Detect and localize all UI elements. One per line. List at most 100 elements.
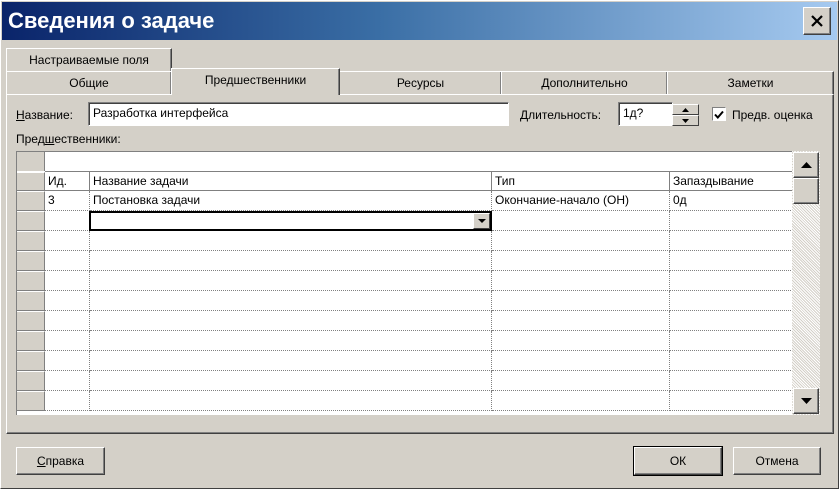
name-field[interactable]: Разработка интерфейса (88, 102, 509, 126)
cancel-button[interactable]: Отмена (733, 447, 821, 475)
close-button[interactable] (803, 7, 831, 35)
cell-type[interactable] (492, 231, 670, 251)
cell-lag[interactable] (670, 331, 792, 351)
name-label-text: Название: (16, 108, 73, 122)
dropdown-button[interactable] (473, 213, 490, 229)
cell-type[interactable] (492, 211, 670, 231)
cell-id[interactable] (45, 251, 90, 271)
tab-general[interactable]: Общие (6, 71, 172, 95)
row-header[interactable] (17, 351, 45, 371)
estimated-checkbox[interactable] (712, 107, 726, 121)
row-header[interactable] (17, 331, 45, 351)
name-value: Разработка интерфейса (93, 106, 229, 120)
entry-bar[interactable] (45, 152, 792, 172)
help-button[interactable]: Справка (16, 447, 105, 475)
cell-task-name[interactable] (90, 331, 492, 351)
cell-id[interactable] (45, 211, 90, 231)
scroll-down-button[interactable] (793, 388, 819, 414)
cell-lag[interactable] (670, 271, 792, 291)
access-key: С (36, 454, 46, 468)
cell-lag[interactable]: 0д (670, 191, 792, 211)
column-header-type[interactable]: Тип (492, 172, 670, 191)
cell-type[interactable] (492, 371, 670, 391)
tab-predecessors[interactable]: Предшественники (171, 68, 340, 95)
cell-id[interactable] (45, 331, 90, 351)
cell-lag[interactable] (670, 351, 792, 371)
cell-value: Постановка задачи (93, 193, 201, 207)
row-header[interactable] (17, 291, 45, 311)
cell-id[interactable] (45, 371, 90, 391)
column-header-lag[interactable]: Запаздывание (670, 172, 792, 191)
duration-spinner[interactable] (672, 104, 699, 126)
task-info-dialog: Сведения о задаче Настраиваемые поля Общ… (0, 0, 839, 489)
predecessors-table: Ид. Название задачи Тип Запаздывание 3 П… (16, 151, 792, 415)
cell-type[interactable] (492, 251, 670, 271)
cell-type[interactable] (492, 331, 670, 351)
task-name-dropdown[interactable] (89, 211, 492, 231)
cell-lag[interactable] (670, 211, 792, 231)
tab-custom-fields[interactable]: Настраиваемые поля (6, 48, 172, 72)
cell-id[interactable] (45, 391, 90, 411)
column-header-id[interactable]: Ид. (45, 172, 90, 191)
arrow-down-icon (800, 398, 812, 404)
tab-notes[interactable]: Заметки (667, 71, 834, 95)
cell-id[interactable]: 3 (45, 191, 90, 211)
cell-id[interactable] (45, 311, 90, 331)
cell-task-name[interactable] (90, 251, 492, 271)
title-bar: Сведения о задаче (2, 2, 837, 40)
tab-resources[interactable]: Ресурсы (339, 71, 502, 95)
vertical-scrollbar[interactable] (792, 151, 820, 415)
cell-lag[interactable] (670, 291, 792, 311)
cell-type[interactable] (492, 351, 670, 371)
cell-value: Окончание-начало (ОН) (495, 193, 630, 207)
row-header[interactable] (17, 371, 45, 391)
predecessors-label-text: Предшественники: (16, 132, 121, 146)
column-header-label: Тип (495, 174, 516, 188)
estimated-label[interactable]: Предв. оценка (732, 108, 813, 122)
cell-task-name[interactable] (90, 291, 492, 311)
row-header[interactable] (17, 311, 45, 331)
cell-task-name[interactable] (90, 311, 492, 331)
cell-type[interactable] (492, 271, 670, 291)
cell-type[interactable] (492, 311, 670, 331)
row-header[interactable] (17, 251, 45, 271)
row-header[interactable] (17, 391, 45, 411)
cell-lag[interactable] (670, 231, 792, 251)
duration-field[interactable]: 1д? (618, 102, 673, 126)
ok-button[interactable]: ОК (633, 446, 723, 476)
scroll-thumb[interactable] (793, 178, 819, 204)
access-key: Д (520, 108, 529, 122)
cell-task-name[interactable] (90, 351, 492, 371)
row-header[interactable] (17, 191, 45, 211)
column-header-task-name[interactable]: Название задачи (90, 172, 492, 191)
cell-task-name[interactable] (90, 271, 492, 291)
cell-id[interactable] (45, 271, 90, 291)
spin-down-button[interactable] (672, 115, 699, 126)
cell-lag[interactable] (670, 391, 792, 411)
cell-task-name[interactable] (90, 391, 492, 411)
scroll-up-button[interactable] (793, 152, 819, 178)
cell-task-name[interactable]: Постановка задачи (90, 191, 492, 211)
cell-lag[interactable] (670, 251, 792, 271)
cell-lag[interactable] (670, 371, 792, 391)
row-header[interactable] (17, 211, 45, 231)
cell-id[interactable] (45, 351, 90, 371)
cell-type[interactable] (492, 291, 670, 311)
cell-id[interactable] (45, 231, 90, 251)
tab-label: Заметки (727, 76, 774, 90)
cell-task-name[interactable] (90, 371, 492, 391)
cell-type[interactable]: Окончание-начало (ОН) (492, 191, 670, 211)
spin-up-button[interactable] (672, 104, 699, 115)
arrow-up-icon (800, 162, 812, 168)
cell-id[interactable] (45, 291, 90, 311)
cell-type[interactable] (492, 391, 670, 411)
cell-task-name[interactable] (90, 231, 492, 251)
row-header[interactable] (17, 231, 45, 251)
estimated-label-text: Предв. оценка (732, 108, 813, 122)
cell-lag[interactable] (670, 311, 792, 331)
column-header-label: Запаздывание (673, 174, 754, 188)
cell-value: 0д (673, 193, 687, 207)
grid-corner (17, 152, 45, 171)
tab-advanced[interactable]: Дополнительно (501, 71, 668, 95)
row-header[interactable] (17, 271, 45, 291)
